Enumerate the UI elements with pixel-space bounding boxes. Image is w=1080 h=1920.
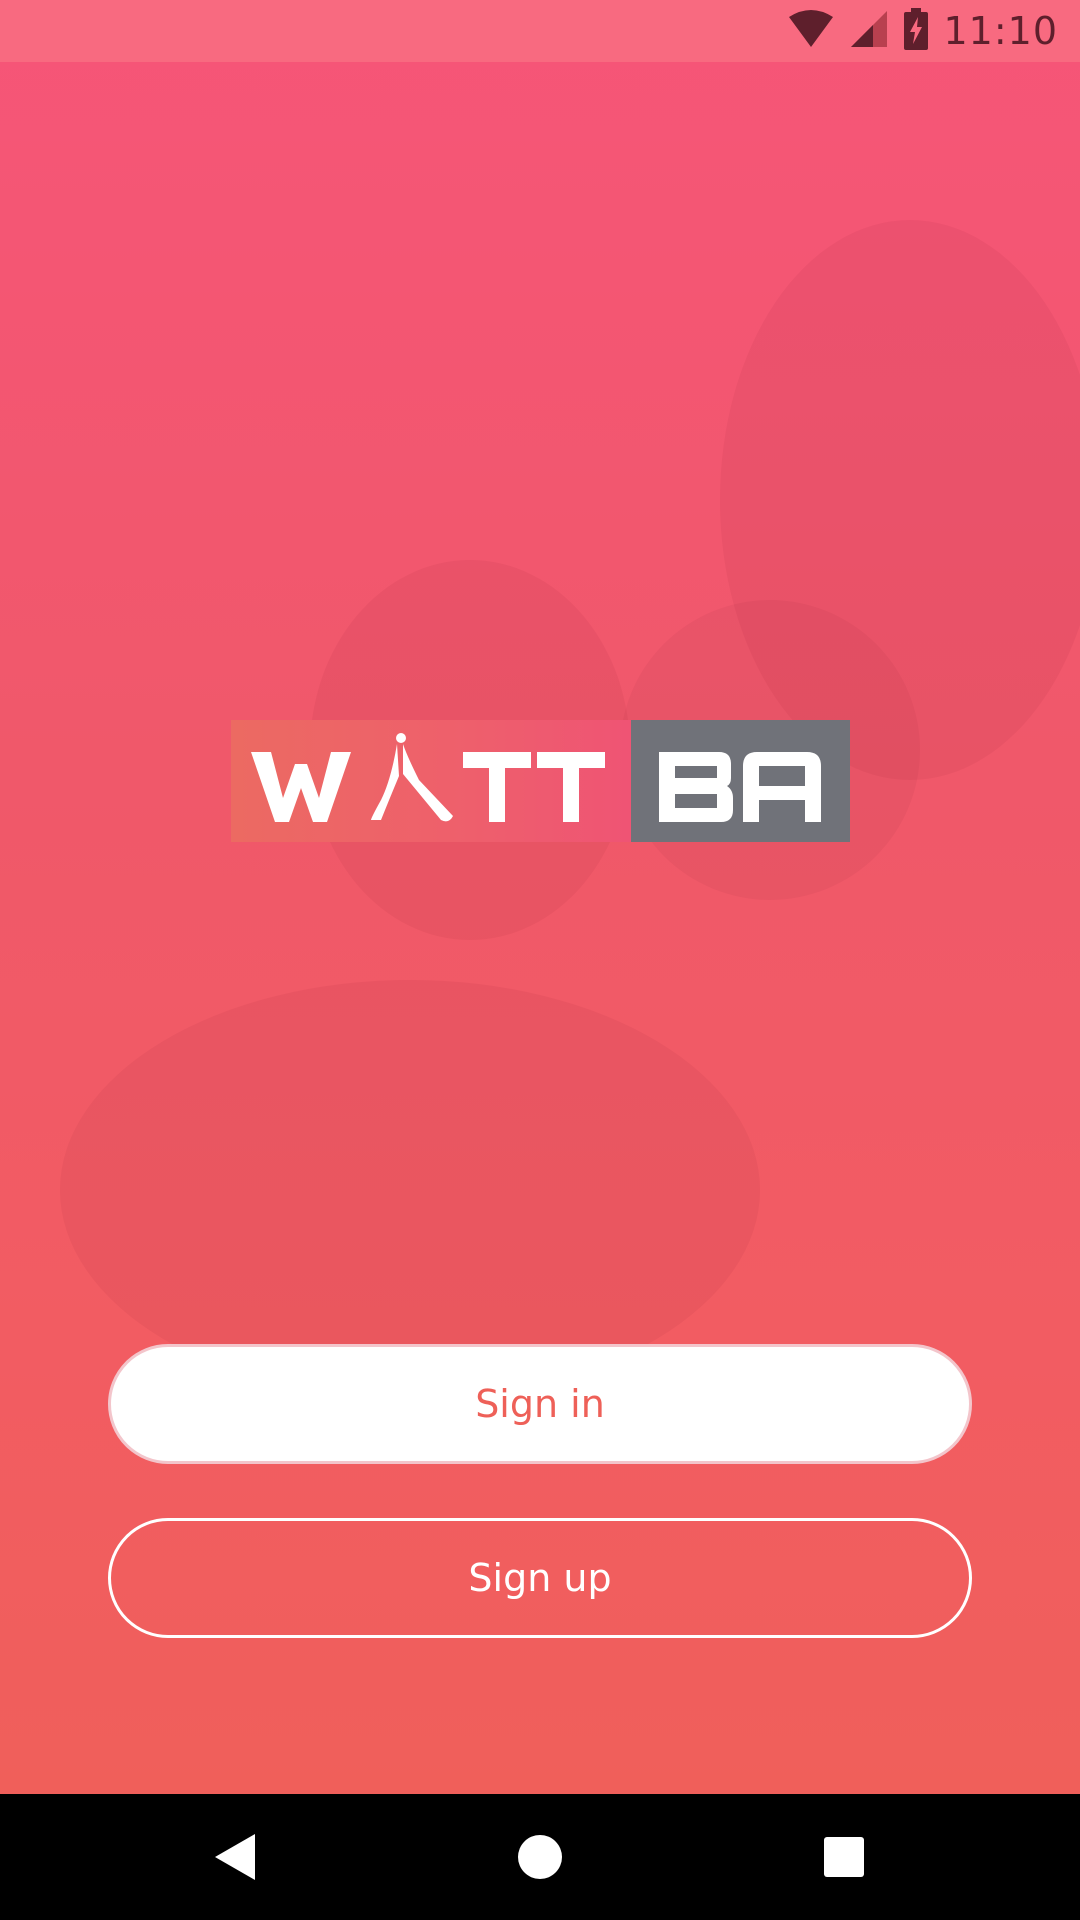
wattba-logo	[231, 720, 850, 842]
home-icon[interactable]	[505, 1822, 575, 1892]
battery-charging-icon	[903, 8, 929, 54]
background-photo-shape	[60, 980, 760, 1400]
recents-icon[interactable]	[809, 1822, 879, 1892]
logo-right-panel	[631, 720, 850, 842]
signal-icon	[849, 9, 889, 53]
sign-up-button[interactable]: Sign up	[108, 1518, 972, 1638]
logo-left-panel	[231, 720, 631, 842]
navigation-bar	[0, 1794, 1080, 1920]
wifi-icon	[787, 9, 835, 53]
status-time: 11:10	[943, 9, 1058, 53]
sign-in-button[interactable]: Sign in	[108, 1344, 972, 1464]
status-bar: 11:10	[0, 0, 1080, 62]
back-icon[interactable]	[201, 1822, 271, 1892]
status-icons: 11:10	[787, 0, 1058, 62]
welcome-screen: 11:10 Sign in Sign up	[0, 0, 1080, 1920]
